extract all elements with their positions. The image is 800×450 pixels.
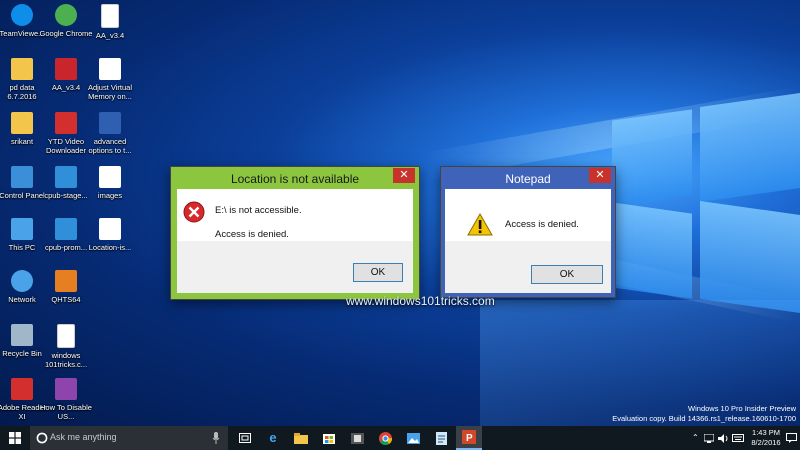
edge-icon: e <box>269 430 277 445</box>
volume-icon[interactable] <box>718 434 728 443</box>
ok-button[interactable]: OK <box>353 263 403 282</box>
clock[interactable]: 1:43 PM 8/2/2016 <box>748 428 784 448</box>
desktop-icon-label: images <box>97 191 123 200</box>
error-icon <box>183 201 205 223</box>
document-icon <box>57 324 75 348</box>
eval-edition: Windows 10 Pro Insider Preview <box>688 404 796 413</box>
taskbar: Ask me anything e P ⌃ 1:43 PM 8/2/2016 <box>0 426 800 450</box>
clock-date: 8/2/2016 <box>751 438 781 447</box>
dialog-title: Location is not available <box>230 172 360 186</box>
dialog-titlebar[interactable]: Location is not available ✕ <box>171 167 419 189</box>
close-button[interactable]: ✕ <box>589 168 611 183</box>
image-file-icon <box>99 166 121 188</box>
evaluation-notice: Windows 10 Pro Insider Preview Evaluatio… <box>612 404 796 424</box>
dialog-body: Access is denied. <box>445 189 611 241</box>
error-detail: Access is denied. <box>215 229 289 240</box>
film-icon <box>350 433 364 444</box>
image-file-icon <box>99 112 121 134</box>
dialog-body: E:\ is not accessible. Access is denied. <box>177 189 413 241</box>
windows-logo-pane <box>612 109 692 206</box>
desktop-icon-label: AA_v3.4 <box>95 31 125 40</box>
desktop-icon-label: windows 101tricks.c... <box>44 351 88 369</box>
desktop-icon[interactable]: How To Disable US... <box>39 378 93 421</box>
task-view-button[interactable] <box>234 430 256 446</box>
desktop-icon-label: QHTS64 <box>51 295 81 304</box>
desktop-icon-label: How To Disable US... <box>40 403 92 421</box>
eval-build: Evaluation copy. Build 14366.rs1_release… <box>612 414 796 423</box>
desktop: TeamViewe... Google Chrome AA_v3.4 pd data … <box>0 0 800 426</box>
watermark: www.windows101tricks.com <box>346 294 495 308</box>
ok-button[interactable]: OK <box>531 265 603 284</box>
network-icon <box>11 270 33 292</box>
windows-logo-icon <box>9 432 21 444</box>
dialog-footer: OK <box>445 241 611 293</box>
image-file-icon <box>55 166 77 188</box>
cortana-icon <box>36 432 48 444</box>
image-app[interactable] <box>402 430 424 446</box>
clock-time: 1:43 PM <box>752 428 780 437</box>
media-app[interactable] <box>346 430 368 446</box>
chevron-up-icon[interactable]: ⌃ <box>692 433 699 442</box>
desktop-icon[interactable]: advanced options to t... <box>83 112 137 155</box>
close-button[interactable]: ✕ <box>393 168 415 183</box>
warning-message: Access is denied. <box>505 219 579 230</box>
network-tray-icon[interactable] <box>704 434 714 443</box>
powerpoint-icon: P <box>462 430 476 444</box>
folder-icon <box>294 433 308 444</box>
svg-text:P: P <box>466 433 473 444</box>
desktop-icon[interactable]: windows 101tricks.c... <box>39 324 93 369</box>
store-app[interactable] <box>318 430 340 446</box>
location-not-available-dialog: Location is not available ✕ E:\ is not a… <box>170 166 420 300</box>
store-icon <box>323 434 335 444</box>
shortcut-icon <box>99 58 121 80</box>
desktop-icon[interactable]: Adjust Virtual Memory on... <box>83 58 137 101</box>
user-folder-icon <box>11 112 33 134</box>
file-explorer-app[interactable] <box>290 430 312 446</box>
folder-icon <box>11 58 33 80</box>
image-viewer-icon <box>406 433 420 444</box>
ytd-icon <box>55 112 77 134</box>
desktop-icon-label: Location-is... <box>88 243 132 252</box>
windows-logo-pane <box>700 200 800 314</box>
qhts-icon <box>55 270 77 292</box>
ammyy-icon <box>55 58 77 80</box>
powerpoint-app[interactable]: P <box>456 426 482 450</box>
control-panel-icon <box>11 166 33 188</box>
adobe-reader-icon <box>11 378 33 400</box>
desktop-icon[interactable]: images <box>83 166 137 200</box>
dialog-footer: OK <box>177 241 413 293</box>
desktop-icon[interactable]: Location-is... <box>83 218 137 252</box>
windows-logo-pane <box>612 202 692 299</box>
windows-logo-pane <box>700 92 800 203</box>
desktop-icon-label: advanced options to t... <box>88 137 132 155</box>
image-file-icon <box>55 378 77 400</box>
edge-app[interactable]: e <box>262 430 284 446</box>
notepad-icon <box>435 432 447 445</box>
notepad-dialog: Notepad ✕ Access is denied. OK <box>440 166 616 298</box>
task-view-icon <box>239 433 251 443</box>
cortana-search-box[interactable]: Ask me anything <box>30 426 228 450</box>
teamviewer-icon <box>11 4 33 26</box>
warning-icon <box>467 213 493 236</box>
image-file-icon <box>99 218 121 240</box>
chrome-icon <box>55 4 77 26</box>
desktop-icon-label: Adjust Virtual Memory on... <box>87 83 133 101</box>
error-message: E:\ is not accessible. <box>215 205 302 216</box>
this-pc-icon <box>11 218 33 240</box>
chrome-app[interactable] <box>374 430 396 446</box>
keyboard-icon[interactable] <box>732 434 744 442</box>
chrome-icon <box>378 432 392 446</box>
desktop-icon[interactable]: AA_v3.4 <box>83 4 137 40</box>
recycle-bin-icon <box>11 324 33 346</box>
desktop-icon[interactable]: QHTS64 <box>39 270 93 304</box>
microphone-icon[interactable] <box>212 432 220 444</box>
image-file-icon <box>55 218 77 240</box>
action-center-icon[interactable] <box>786 433 797 443</box>
start-button[interactable] <box>0 426 30 450</box>
dialog-titlebar[interactable]: Notepad ✕ <box>441 167 615 189</box>
document-icon <box>101 4 119 28</box>
search-placeholder: Ask me anything <box>50 432 117 442</box>
notepad-app[interactable] <box>430 430 452 446</box>
